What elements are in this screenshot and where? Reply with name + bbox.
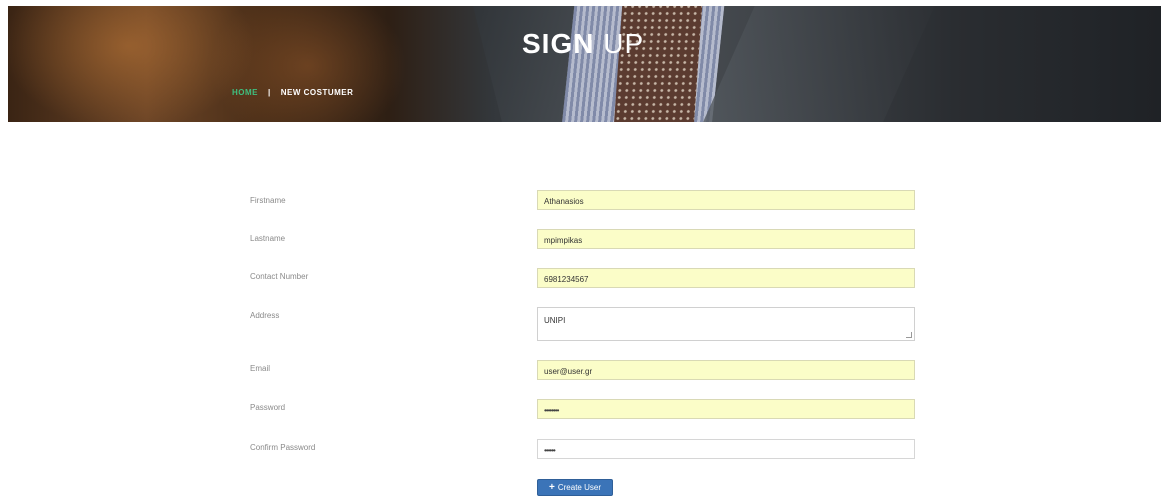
- banner-image-part: [613, 6, 703, 122]
- address-textarea[interactable]: UNIPI: [537, 307, 915, 341]
- password-field[interactable]: ••••••••: [537, 399, 915, 419]
- banner-image-part: [692, 6, 944, 122]
- page-title: SIGN UP: [522, 28, 644, 60]
- contact-number-field[interactable]: 6981234567: [537, 268, 915, 288]
- breadcrumb: HOME | NEW COSTUMER: [232, 88, 353, 97]
- email-label: Email: [250, 364, 271, 373]
- password-label: Password: [250, 403, 286, 412]
- email-field[interactable]: user@user.gr: [537, 360, 915, 380]
- address-label: Address: [250, 311, 280, 320]
- confirm-password-label: Confirm Password: [250, 443, 316, 452]
- contact-number-label: Contact Number: [250, 272, 309, 281]
- plus-icon: +: [549, 481, 555, 493]
- firstname-field[interactable]: Athanasios: [537, 190, 915, 210]
- lastname-field[interactable]: mpimpikas: [537, 229, 915, 249]
- page-title-bold: SIGN: [522, 28, 595, 59]
- breadcrumb-current: NEW COSTUMER: [280, 88, 354, 97]
- firstname-label: Firstname: [250, 196, 286, 205]
- confirm-password-mask: ••••••: [544, 446, 556, 455]
- page-title-light: UP: [594, 28, 645, 59]
- header-banner: [8, 6, 1161, 122]
- password-mask: ••••••••: [544, 406, 559, 415]
- confirm-password-field[interactable]: ••••••: [537, 439, 915, 459]
- create-user-label: Create User: [557, 483, 601, 492]
- address-value: UNIPI: [544, 316, 566, 325]
- breadcrumb-separator: |: [268, 88, 271, 97]
- create-user-button[interactable]: + Create User: [537, 479, 613, 496]
- breadcrumb-home-link[interactable]: HOME: [232, 88, 258, 97]
- resize-handle-icon[interactable]: [906, 332, 912, 338]
- lastname-label: Lastname: [250, 234, 286, 243]
